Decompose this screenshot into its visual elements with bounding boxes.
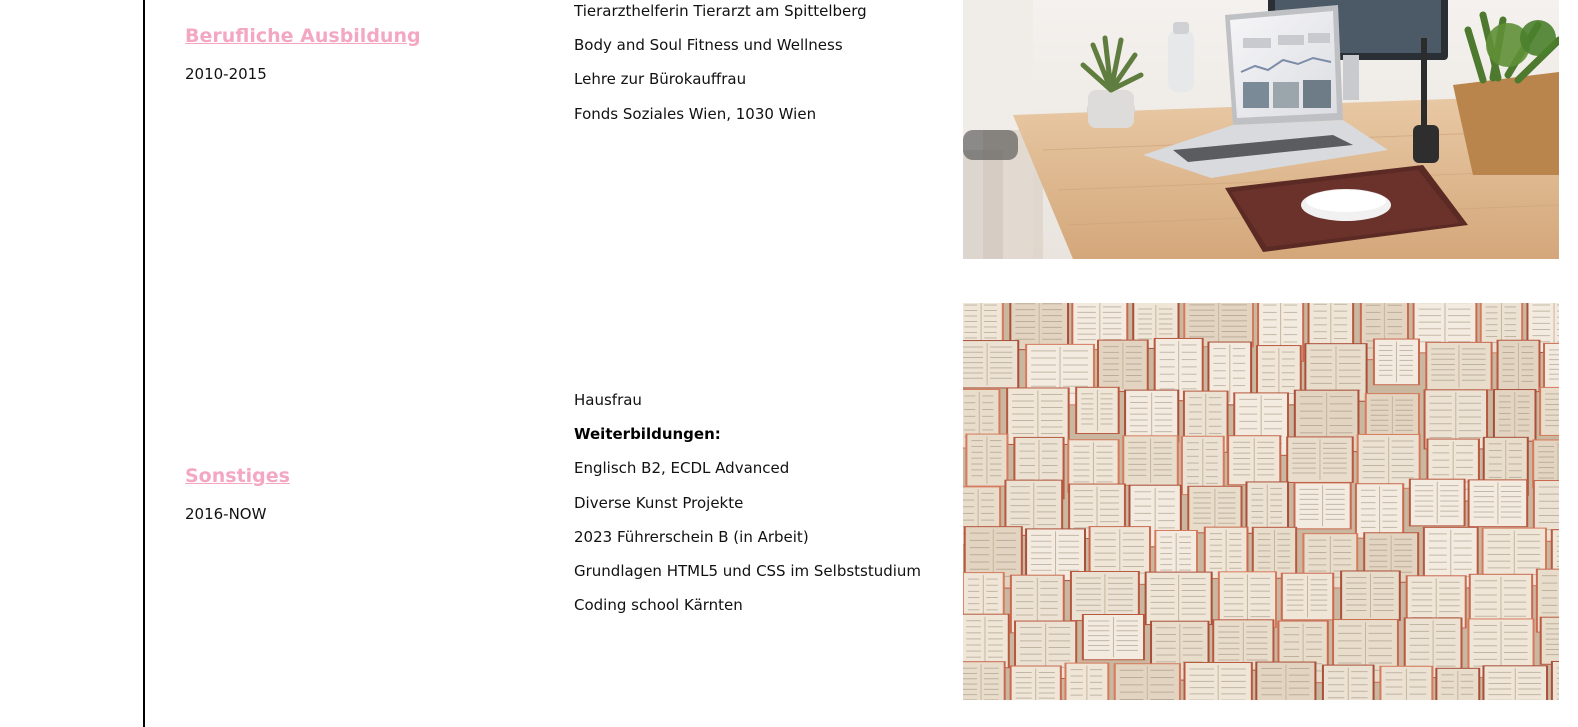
section-years-berufliche-ausbildung: 2010-2015 [185, 65, 267, 83]
cv-page: Berufliche Ausbildung 2010-2015 Tierarzt… [0, 0, 1578, 727]
desk-laptop-photo [963, 0, 1559, 259]
section-title-sonstiges[interactable]: Sonstiges [185, 465, 290, 487]
detail-item: Tierarzthelferin Tierarzt am Spittelberg [574, 2, 867, 20]
detail-item: Grundlagen HTML5 und CSS im Selbststudiu… [574, 561, 922, 580]
detail-item: 2023 Führerschein B (in Arbeit) [574, 527, 809, 546]
detail-item: Diverse Kunst Projekte [574, 493, 744, 512]
detail-item: Hausfrau [574, 391, 642, 409]
detail-list-sonstiges: Hausfrau Weiterbildungen: Englisch B2, E… [574, 389, 921, 628]
detail-list-berufliche-ausbildung: Tierarzthelferin Tierarzt am Spittelberg… [574, 0, 867, 137]
detail-item: Englisch B2, ECDL Advanced [574, 459, 790, 478]
open-books-wall-photo [963, 303, 1559, 700]
detail-item: Fonds Soziales Wien, 1030 Wien [574, 104, 817, 123]
detail-item: Body and Soul Fitness und Wellness [574, 36, 843, 55]
section-years-sonstiges: 2016-NOW [185, 505, 267, 523]
vertical-divider [143, 0, 145, 727]
detail-item-heading: Weiterbildungen: [574, 425, 721, 444]
section-title-berufliche-ausbildung[interactable]: Berufliche Ausbildung [185, 25, 421, 47]
detail-item: Lehre zur Bürokauffrau [574, 70, 747, 89]
detail-item: Coding school Kärnten [574, 596, 743, 615]
